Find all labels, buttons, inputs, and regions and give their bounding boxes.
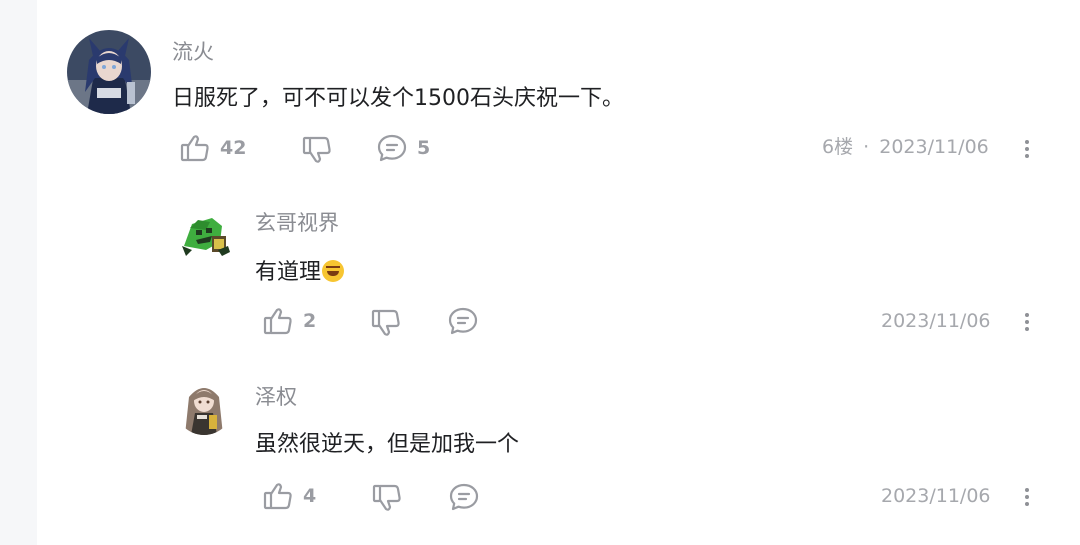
more-vertical-icon[interactable]	[1022, 138, 1032, 160]
more-vertical-icon[interactable]	[1022, 311, 1032, 333]
reply-button[interactable]: 5	[377, 134, 430, 162]
reply-count: 5	[417, 136, 431, 159]
comment-text: 有道理	[255, 260, 345, 285]
like-count: 2	[303, 309, 317, 332]
dislike-button[interactable]	[372, 484, 402, 512]
rolling-on-floor-laughing-emoji	[322, 260, 345, 282]
like-button[interactable]: 2	[263, 307, 316, 335]
avatar[interactable]	[176, 206, 234, 264]
comment-text: 日服死了，可不可以发个1500石头庆祝一下。	[172, 86, 624, 111]
floor-number: 6楼	[822, 136, 854, 158]
comment-date: 2023/11/06	[879, 136, 989, 158]
comment-author[interactable]: 泽权	[255, 387, 297, 408]
dislike-button[interactable]	[371, 309, 401, 337]
avatar[interactable]	[175, 377, 233, 435]
like-button[interactable]: 42	[180, 134, 246, 162]
comment-meta: 6楼 · 2023/11/06	[822, 138, 989, 157]
thumbs-up-icon	[263, 308, 292, 335]
comment-date: 2023/11/06	[881, 485, 991, 507]
comment-text-content: 有道理	[255, 260, 322, 285]
comment-author[interactable]: 玄哥视界	[255, 213, 339, 234]
thumbs-up-icon	[263, 483, 292, 510]
like-count: 42	[220, 136, 247, 159]
thumbs-down-icon	[302, 136, 331, 163]
reply-button[interactable]	[448, 307, 478, 335]
more-vertical-icon[interactable]	[1022, 486, 1032, 508]
thumbs-up-icon	[180, 135, 209, 162]
comment-author[interactable]: 流火	[172, 42, 214, 63]
like-count: 4	[303, 484, 317, 507]
thumbs-down-icon	[372, 484, 401, 511]
comment-text: 虽然很逆天，但是加我一个	[255, 432, 520, 457]
comment-bubble-icon	[377, 134, 407, 162]
comment-bubble-icon	[449, 483, 479, 511]
separator-dot: ·	[863, 136, 870, 158]
comment-bubble-icon	[448, 307, 478, 335]
left-sidebar	[0, 0, 37, 545]
comment-date: 2023/11/06	[881, 310, 991, 332]
reply-button[interactable]	[449, 483, 479, 511]
dislike-button[interactable]	[302, 136, 332, 164]
avatar[interactable]	[67, 30, 151, 114]
thumbs-down-icon	[371, 309, 400, 336]
like-button[interactable]: 4	[263, 482, 316, 510]
